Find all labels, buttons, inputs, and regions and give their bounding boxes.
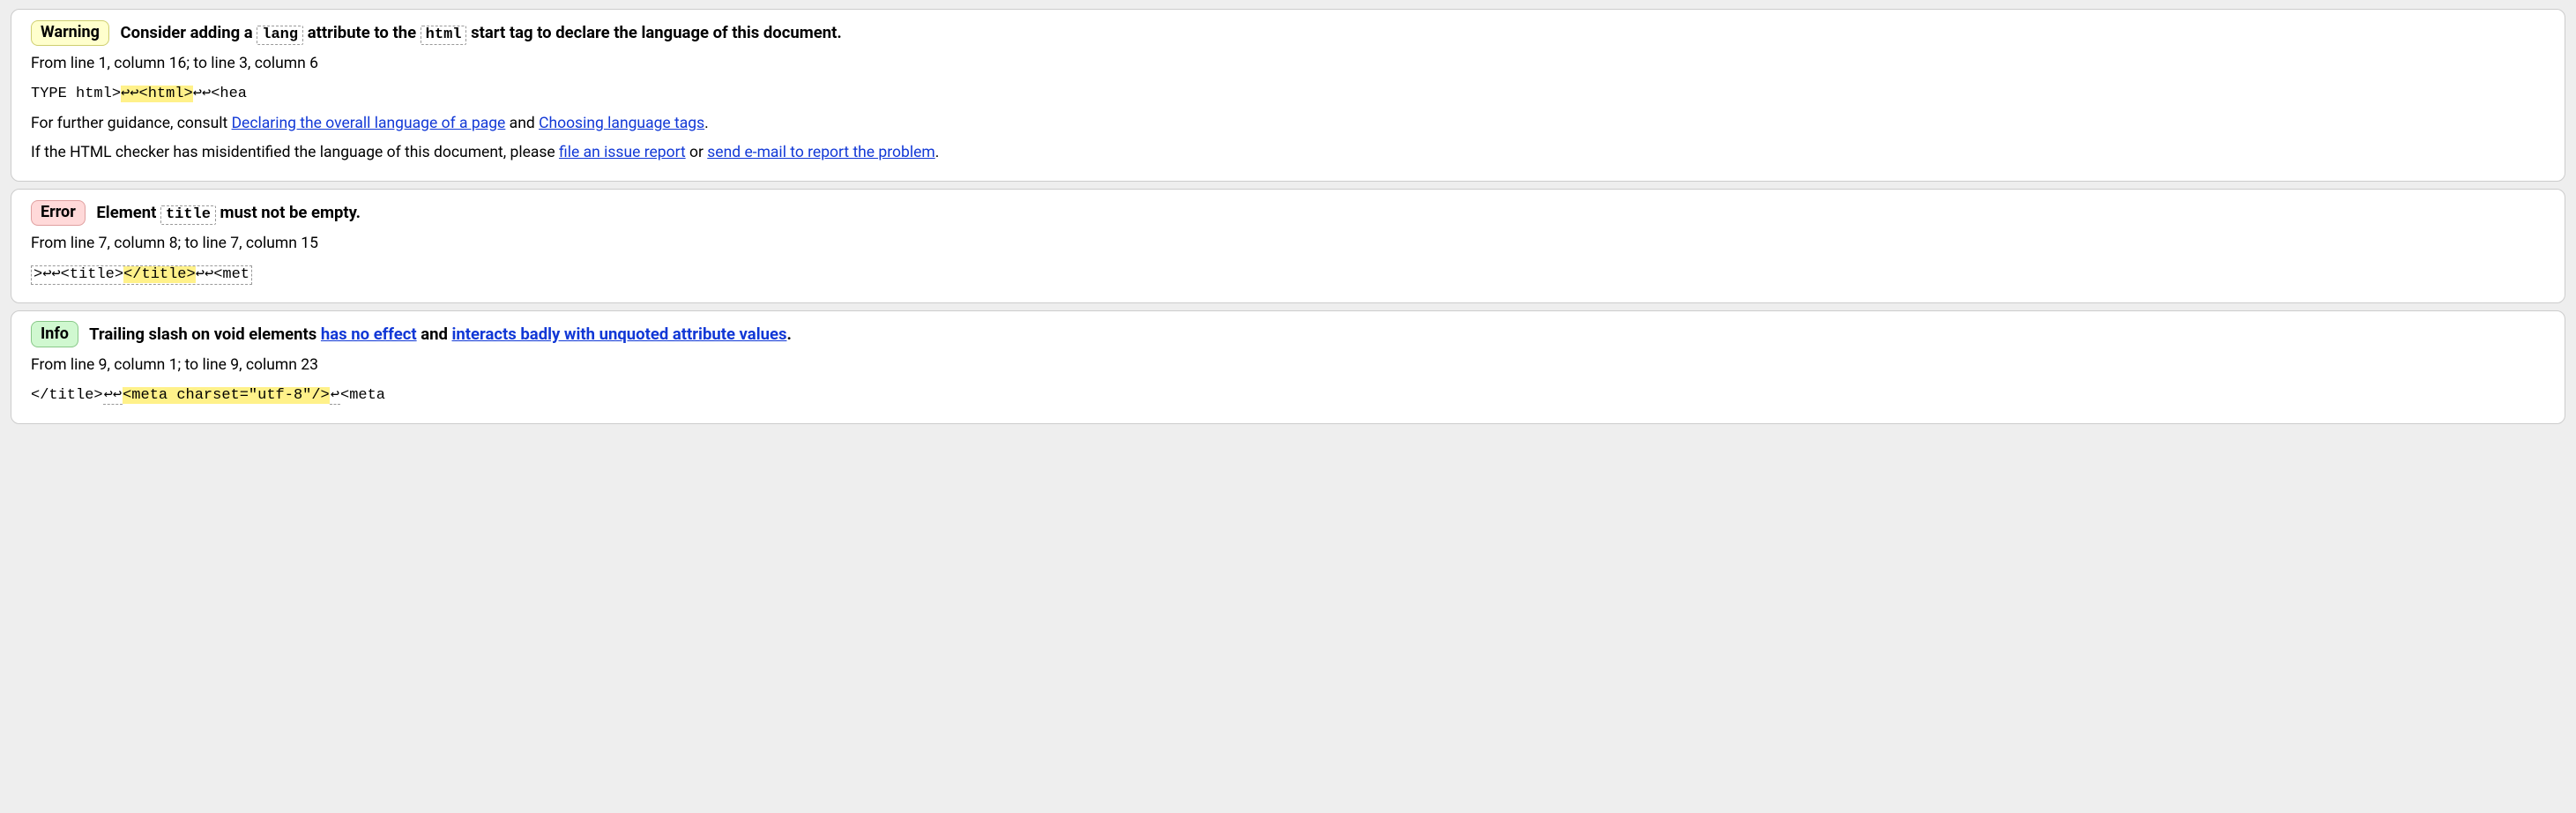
source-extract: >↩↩<title></title>↩↩<met (31, 264, 2550, 287)
message-heading: Info Trailing slash on void elements has… (31, 322, 2550, 348)
heading-text-part: Consider adding a (116, 23, 257, 42)
link-interacts-badly[interactable]: interacts badly with unquoted attribute … (452, 324, 787, 344)
link-file-issue[interactable]: file an issue report (559, 144, 686, 161)
misid-part: or (686, 144, 708, 161)
extract-post: <meta (340, 387, 385, 404)
link-send-email[interactable]: send e-mail to report the problem (707, 144, 934, 161)
validator-message-warning: Warning Consider adding a lang attribute… (11, 9, 2565, 182)
code-lang: lang (257, 26, 303, 45)
heading-text-part: Element (93, 203, 160, 222)
extract-pre: TYPE html> (31, 86, 121, 102)
misid-part: . (935, 144, 940, 161)
heading-text-part: attribute to the (303, 23, 421, 42)
heading-text-part: start tag to declare the language of thi… (466, 23, 841, 42)
warning-badge: Warning (31, 20, 109, 46)
newline-icon: ↩ (330, 387, 340, 405)
source-location: From line 1, column 16; to line 3, colum… (31, 52, 2550, 76)
info-badge: Info (31, 321, 78, 347)
extract-highlight: ↩↩<html> (121, 86, 193, 102)
code-title: title (160, 205, 216, 225)
link-declaring-language[interactable]: Declaring the overall language of a page (232, 115, 506, 132)
link-no-effect[interactable]: has no effect (321, 324, 417, 344)
guidance-part: For further guidance, consult (31, 115, 232, 132)
extract-boxed: >↩↩<title></title>↩↩<met (31, 265, 252, 285)
link-choosing-language-tags[interactable]: Choosing language tags (539, 115, 704, 132)
newline-icon: ↩↩ (103, 387, 123, 405)
heading-text-part: . (786, 324, 791, 344)
guidance-part: and (505, 115, 539, 132)
heading-text-part: and (417, 324, 452, 344)
message-heading: Error Element title must not be empty. (31, 200, 2550, 227)
extract-post: ↩↩<met (196, 266, 249, 283)
extract-post: ↩↩<hea (193, 86, 247, 102)
code-html: html (421, 26, 467, 45)
guidance-part: . (704, 115, 709, 132)
source-location: From line 7, column 8; to line 7, column… (31, 232, 2550, 256)
source-extract: </title>↩↩<meta charset="utf-8"/>↩<meta (31, 384, 2550, 407)
misid-part: If the HTML checker has misidentified th… (31, 144, 559, 161)
source-location: From line 9, column 1; to line 9, column… (31, 354, 2550, 377)
extract-pre: >↩↩<title> (34, 266, 123, 283)
validator-message-error: Error Element title must not be empty. F… (11, 189, 2565, 303)
source-extract: TYPE html>↩↩<html>↩↩<hea (31, 83, 2550, 106)
validator-message-info: Info Trailing slash on void elements has… (11, 310, 2565, 424)
message-heading: Warning Consider adding a lang attribute… (31, 20, 2550, 47)
heading-text-part: must not be empty. (216, 203, 361, 222)
error-badge: Error (31, 200, 86, 226)
extract-pre: </title> (31, 387, 103, 404)
extract-highlight: </title> (123, 266, 196, 283)
guidance-text: For further guidance, consult Declaring … (31, 112, 2550, 136)
heading-text-part: Trailing slash on void elements (86, 324, 321, 344)
extract-highlight: <meta charset="utf-8"/> (123, 387, 330, 404)
validator-messages: Warning Consider adding a lang attribute… (2, 9, 2574, 424)
misidentified-text: If the HTML checker has misidentified th… (31, 141, 2550, 165)
